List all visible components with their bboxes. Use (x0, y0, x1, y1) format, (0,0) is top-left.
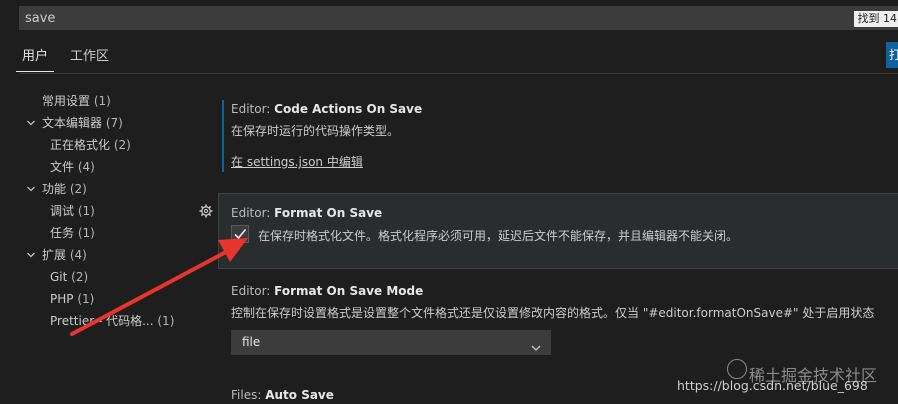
toc-item-prettier[interactable]: Prettier - 代码格... (1) (50, 313, 174, 329)
toc-item-label: 扩展 (42, 248, 67, 262)
setting-description: 在保存时格式化文件。格式化程序必须可用，延迟后文件不能保存，并且编辑器不能关闭。 (258, 229, 739, 243)
toc-item-label: Git (50, 270, 68, 284)
toc-item-count: (1) (77, 226, 95, 240)
toc-item-label: PHP (50, 292, 74, 306)
tabs-divider (19, 73, 898, 74)
chevron-down-icon[interactable] (26, 184, 36, 194)
toc-item-label: Prettier - 代码格... (50, 314, 154, 328)
toc-item-count: (7) (105, 116, 123, 130)
toc-item-count: (4) (69, 248, 87, 262)
toc-item-files[interactable]: 文件 (4) (50, 159, 95, 175)
toc-item-label: 调试 (50, 204, 75, 218)
toc-item-formatting[interactable]: 正在格式化 (2) (50, 137, 131, 153)
edit-in-settings-json-link[interactable]: 在 settings.json 中编辑 (231, 153, 363, 170)
toc-item-count: (2) (71, 270, 89, 284)
setting-category: Editor: (231, 284, 275, 298)
format-on-save-checkbox[interactable] (231, 225, 249, 243)
toc-item-features[interactable]: 功能 (2) (42, 181, 87, 197)
settings-editor: 找到 14 用户 工作区 打 常用设置 (1) 文本编辑器 (7) 正在格式化 … (0, 0, 898, 404)
toc-item-label: 正在格式化 (50, 138, 111, 152)
toc-item-count: (1) (77, 292, 95, 306)
toc-item-label: 任务 (50, 226, 75, 240)
gear-icon[interactable] (199, 203, 213, 218)
format-on-save-mode-select[interactable]: file (231, 330, 551, 355)
select-value: file (242, 335, 261, 349)
setting-key: Auto Save (265, 388, 334, 402)
setting-title-code-actions-on-save: Editor: Code Actions On Save (231, 102, 422, 116)
toc-item-count: (1) (157, 314, 175, 328)
setting-category: Files: (231, 388, 266, 402)
toc-item-count: (1) (77, 204, 95, 218)
tab-user[interactable]: 用户 (15, 46, 55, 72)
toc-item-count: (4) (77, 160, 95, 174)
toc-item-label: 功能 (42, 182, 67, 196)
toc-item-label: 常用设置 (42, 94, 91, 108)
toc-item-common[interactable]: 常用设置 (1) (42, 93, 111, 109)
open-settings-json-button[interactable]: 打 (886, 42, 898, 68)
setting-title-auto-save: Files: Auto Save (231, 388, 334, 402)
setting-key: Format On Save (274, 206, 383, 220)
toc-item-extensions[interactable]: 扩展 (4) (42, 247, 87, 263)
checkmark-icon (234, 228, 247, 240)
watermark-url: https://blog.csdn.net/blue_698 (677, 378, 868, 393)
setting-category: Editor: (231, 102, 275, 116)
chevron-down-icon (530, 338, 542, 351)
settings-search-bar: 找到 14 (19, 6, 898, 30)
toc-item-label: 文件 (50, 160, 75, 174)
setting-modified-indicator (222, 100, 224, 172)
setting-title-format-on-save: Editor: Format On Save (231, 206, 382, 220)
toc-item-label: 文本编辑器 (42, 116, 103, 130)
toc-item-count: (2) (113, 138, 131, 152)
toc-item-text-editor[interactable]: 文本编辑器 (7) (42, 115, 123, 131)
setting-description: 在保存时运行的代码操作类型。 (231, 124, 400, 138)
toc-item-count: (2) (69, 182, 87, 196)
toc-item-count: (1) (93, 94, 111, 108)
setting-title-format-on-save-mode: Editor: Format On Save Mode (231, 284, 423, 298)
setting-key: Format On Save Mode (274, 284, 424, 298)
watermark-logo (727, 359, 747, 379)
setting-category: Editor: (231, 206, 275, 220)
toc-item-tasks[interactable]: 任务 (1) (50, 225, 95, 241)
toc-item-debug[interactable]: 调试 (1) (50, 203, 95, 219)
toc-item-php[interactable]: PHP (1) (50, 291, 94, 307)
settings-search-input[interactable] (25, 9, 845, 27)
setting-key: Code Actions On Save (274, 102, 423, 116)
chevron-down-icon[interactable] (26, 118, 36, 128)
toc-item-git[interactable]: Git (2) (50, 269, 88, 285)
chevron-down-icon[interactable] (26, 250, 36, 260)
setting-description: 控制在保存时设置格式是设置整个文件格式还是仅设置修改内容的格式。仅当 "#edi… (231, 306, 875, 320)
search-result-count: 找到 14 (853, 11, 898, 27)
tab-workspace[interactable]: 工作区 (70, 46, 109, 72)
